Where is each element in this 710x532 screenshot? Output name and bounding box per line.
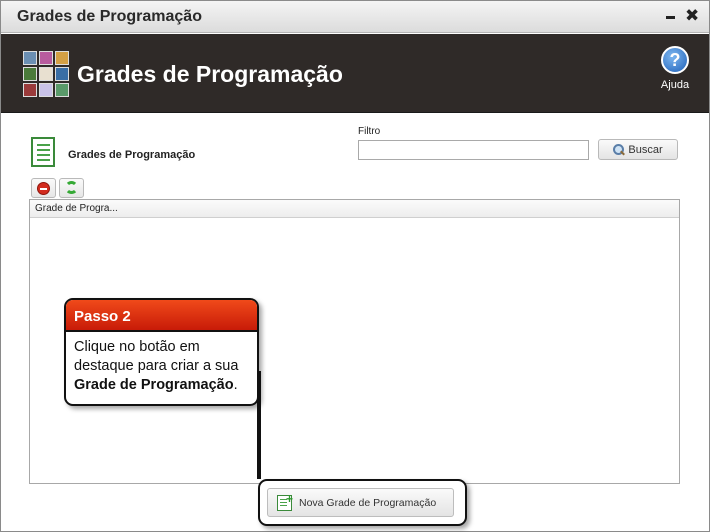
- logo-tile: [55, 67, 69, 81]
- new-grid-button-label: Nova Grade de Programação: [299, 496, 437, 509]
- app-title: Grades de Programação: [77, 61, 343, 87]
- callout-bold-text: Grade de Programação: [74, 377, 234, 393]
- callout-connector-line: [257, 371, 261, 479]
- new-grid-button[interactable]: Nova Grade de Programação: [267, 488, 454, 517]
- logo-tile: [55, 51, 69, 65]
- callout-text: Clique no botão em destaque para criar a…: [74, 339, 239, 374]
- minimize-icon[interactable]: [664, 9, 678, 23]
- logo-tile: [39, 67, 53, 81]
- logo-tile: [23, 51, 37, 65]
- app-window: Grades de Programação ✖ Grades de Progra…: [0, 0, 710, 532]
- refresh-icon: [65, 181, 78, 194]
- delete-icon: [37, 182, 50, 195]
- app-header: Grades de Programação ? Ajuda: [1, 34, 709, 113]
- callout-body: Clique no botão em destaque para criar a…: [66, 332, 257, 401]
- window-title: Grades de Programação: [17, 8, 202, 25]
- help-label[interactable]: Ajuda: [657, 79, 693, 91]
- logo-tile: [39, 83, 53, 97]
- app-logo-icon: [23, 51, 69, 97]
- logo-tile: [55, 83, 69, 97]
- filter-label: Filtro: [358, 126, 381, 137]
- callout-title: Passo 2: [66, 300, 257, 332]
- close-icon[interactable]: ✖: [685, 6, 699, 26]
- help-button[interactable]: ? Ajuda: [657, 46, 693, 91]
- help-icon[interactable]: ?: [661, 46, 689, 74]
- logo-tile: [23, 67, 37, 81]
- new-grid-icon: [277, 492, 293, 511]
- section-title: Grades de Programação: [68, 149, 196, 161]
- callout-text-suffix: .: [233, 377, 238, 393]
- filter-input[interactable]: [358, 140, 589, 160]
- logo-tile: [23, 83, 37, 97]
- tutorial-callout: Passo 2 Clique no botão em destaque para…: [64, 298, 259, 406]
- search-icon: [613, 144, 625, 155]
- delete-button[interactable]: [31, 178, 56, 198]
- refresh-button[interactable]: [59, 178, 84, 198]
- column-header-grade[interactable]: Grade de Progra...: [30, 200, 679, 218]
- grid-list-icon: [31, 137, 55, 167]
- search-button[interactable]: Buscar: [598, 139, 678, 160]
- logo-tile: [39, 51, 53, 65]
- window-titlebar: Grades de Programação ✖: [1, 1, 709, 33]
- search-button-label: Buscar: [628, 143, 663, 156]
